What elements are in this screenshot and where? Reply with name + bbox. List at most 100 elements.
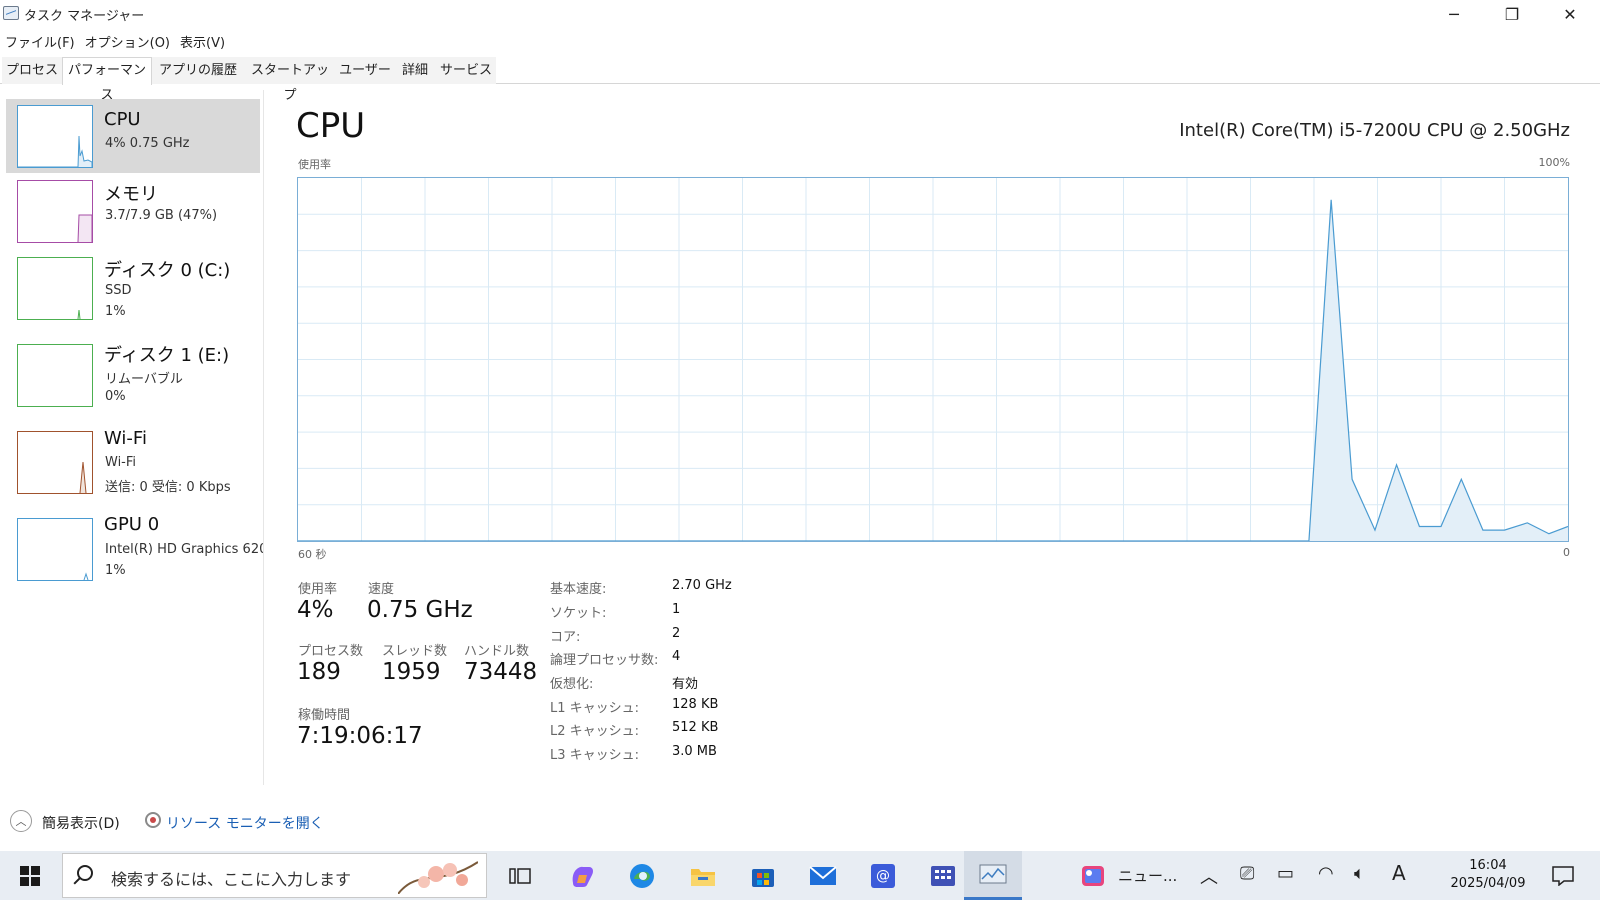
sidebar-item-label: メモリ [104,184,158,205]
sidebar-item-label: Wi-Fi [104,428,147,449]
graph-x-left-label: 60 秒 [298,548,327,561]
resource-monitor-icon [145,812,161,828]
taskbar-search-box[interactable]: 検索するには、ここに入力します [62,853,487,898]
menu-options[interactable]: オプション(O) [80,30,175,52]
spec-value: 128 KB [672,697,719,712]
microsoft-store-icon[interactable] [746,859,780,893]
cpu-usage-graph [297,177,1569,542]
handles-label: ハンドル数 [464,644,530,659]
battery-icon[interactable]: ▭ [1277,863,1294,884]
page-title: CPU [296,106,366,146]
graph-x-right-label: 0 [1563,546,1570,559]
sidebar-item-detail: Intel(R) HD Graphics 620 [105,542,263,557]
sidebar-item-usage: 1% [105,304,126,319]
tab-performance[interactable]: パフォーマンス [62,57,152,103]
spec-value: 2 [672,626,681,641]
ime-mode-indicator[interactable]: A [1392,861,1406,885]
notification-center-icon[interactable] [1546,859,1580,893]
sidebar-item-detail: SSD [105,283,132,298]
svg-text:@: @ [876,868,890,884]
usage-value: 4% [297,597,334,623]
edge-icon[interactable] [625,859,659,893]
disk-1-thumbnail [17,344,93,407]
start-button[interactable] [0,851,60,900]
sidebar-item-throughput: 送信: 0 受信: 0 Kbps [105,480,231,495]
spec-value: 4 [672,649,681,664]
cpu-thumbnail [17,105,93,168]
tab-services[interactable]: サービス [436,57,496,84]
news-widget-label[interactable]: ニュー... [1118,865,1177,886]
sidebar-item-memory[interactable]: メモリ 3.7/7.9 GB (47%) [6,174,260,248]
disk-0-thumbnail [17,257,93,320]
resource-sidebar: CPU 4% 0.75 GHz メモリ 3.7/7.9 GB (47%) ディス… [0,90,264,785]
wifi-icon[interactable]: ◠ [1318,863,1334,884]
calculator-app-icon[interactable] [926,859,960,893]
tab-processes[interactable]: プロセス [2,57,62,84]
spec-label: ソケット: [550,606,607,621]
task-manager-icon [3,6,19,20]
at-menu-icon[interactable]: @ [866,859,900,893]
speed-label: 速度 [368,582,395,597]
sidebar-item-detail: 4% 0.75 GHz [105,136,190,151]
search-highlight-art [398,861,478,894]
tab-details[interactable]: 詳細 [394,57,436,84]
clock-time: 16:04 [1469,858,1507,873]
uptime-value: 7:19:06:17 [297,723,423,749]
sidebar-item-label: ディスク 1 (E:) [104,345,230,366]
fewer-details-button[interactable]: 簡易表示(D) [42,813,120,833]
chevron-up-icon[interactable]: ︿ [10,810,32,832]
spec-label: 仮想化: [550,677,594,692]
speed-value: 0.75 GHz [367,597,473,623]
usage-label: 使用率 [298,582,338,597]
task-view-icon[interactable] [503,859,537,893]
task-manager-taskbar-icon [979,864,1007,884]
search-icon [77,865,93,881]
file-explorer-icon[interactable] [686,859,720,893]
sidebar-item-detail: リムーバブル [105,372,183,387]
tab-app-history[interactable]: アプリの履歴 [152,57,244,84]
mail-icon[interactable] [806,859,840,893]
footer-bar: ︿ 簡易表示(D) リソース モニターを開く [0,800,1600,840]
gpu-thumbnail [17,518,93,581]
menu-file[interactable]: ファイル(F) [0,30,80,52]
spec-label: 論理プロセッサ数: [550,653,659,668]
wifi-thumbnail [17,431,93,494]
sidebar-item-usage: 0% [105,389,126,404]
taskbar: 検索するには、ここに入力します @ ニュー... ︿ ⎚ ▭ ◠ 🔈︎ A 16… [0,851,1600,900]
menu-bar: ファイル(F) オプション(O) 表示(V) [0,30,230,52]
copilot-icon[interactable] [565,859,599,893]
performance-panel: CPU Intel(R) Core(TM) i5-7200U CPU @ 2.5… [264,90,1600,785]
window-title: タスク マネージャー [24,9,145,24]
spec-value: 3.0 MB [672,744,717,759]
taskbar-clock[interactable]: 16:04 2025/04/09 [1448,857,1528,893]
sidebar-item-disk-1[interactable]: ディスク 1 (E:) リムーバブル 0% [6,338,260,412]
menu-view[interactable]: 表示(V) [175,30,230,52]
tab-startup[interactable]: スタートアップ [244,57,336,103]
spec-value: 1 [672,602,681,617]
minimize-button[interactable]: ─ [1425,0,1483,28]
show-hidden-icons-chevron-icon[interactable]: ︿ [1200,863,1218,889]
sidebar-item-usage: 1% [105,563,126,578]
task-manager-taskbar-button[interactable] [964,851,1022,900]
sidebar-item-wifi[interactable]: Wi-Fi Wi-Fi 送信: 0 受信: 0 Kbps [6,425,260,499]
sidebar-item-cpu[interactable]: CPU 4% 0.75 GHz [6,99,260,173]
spec-label: 基本速度: [550,582,607,597]
handles-value: 73448 [464,659,538,685]
sidebar-item-detail: Wi-Fi [105,455,137,470]
processes-value: 189 [297,659,341,685]
open-resource-monitor-link[interactable]: リソース モニターを開く [166,813,324,833]
volume-icon[interactable]: 🔈︎ [1354,863,1365,884]
tab-users[interactable]: ユーザー [336,57,394,84]
meet-now-icon[interactable]: ⎚ [1240,863,1254,884]
tab-bar: プロセス パフォーマンス アプリの履歴 スタートアップ ユーザー 詳細 サービス [0,57,1600,103]
graph-y-label: 使用率 [298,158,331,171]
sidebar-item-gpu-0[interactable]: GPU 0 Intel(R) HD Graphics 620 1% [6,512,263,586]
processes-label: プロセス数 [298,644,364,659]
sidebar-item-detail: 3.7/7.9 GB (47%) [105,208,218,223]
maximize-button[interactable]: ❐ [1483,0,1541,28]
close-button[interactable]: ✕ [1541,0,1599,28]
news-widget-icon[interactable] [1076,859,1110,893]
spec-value: 2.70 GHz [672,578,732,593]
sidebar-item-disk-0[interactable]: ディスク 0 (C:) SSD 1% [6,251,260,325]
uptime-label: 稼働時間 [298,708,351,723]
